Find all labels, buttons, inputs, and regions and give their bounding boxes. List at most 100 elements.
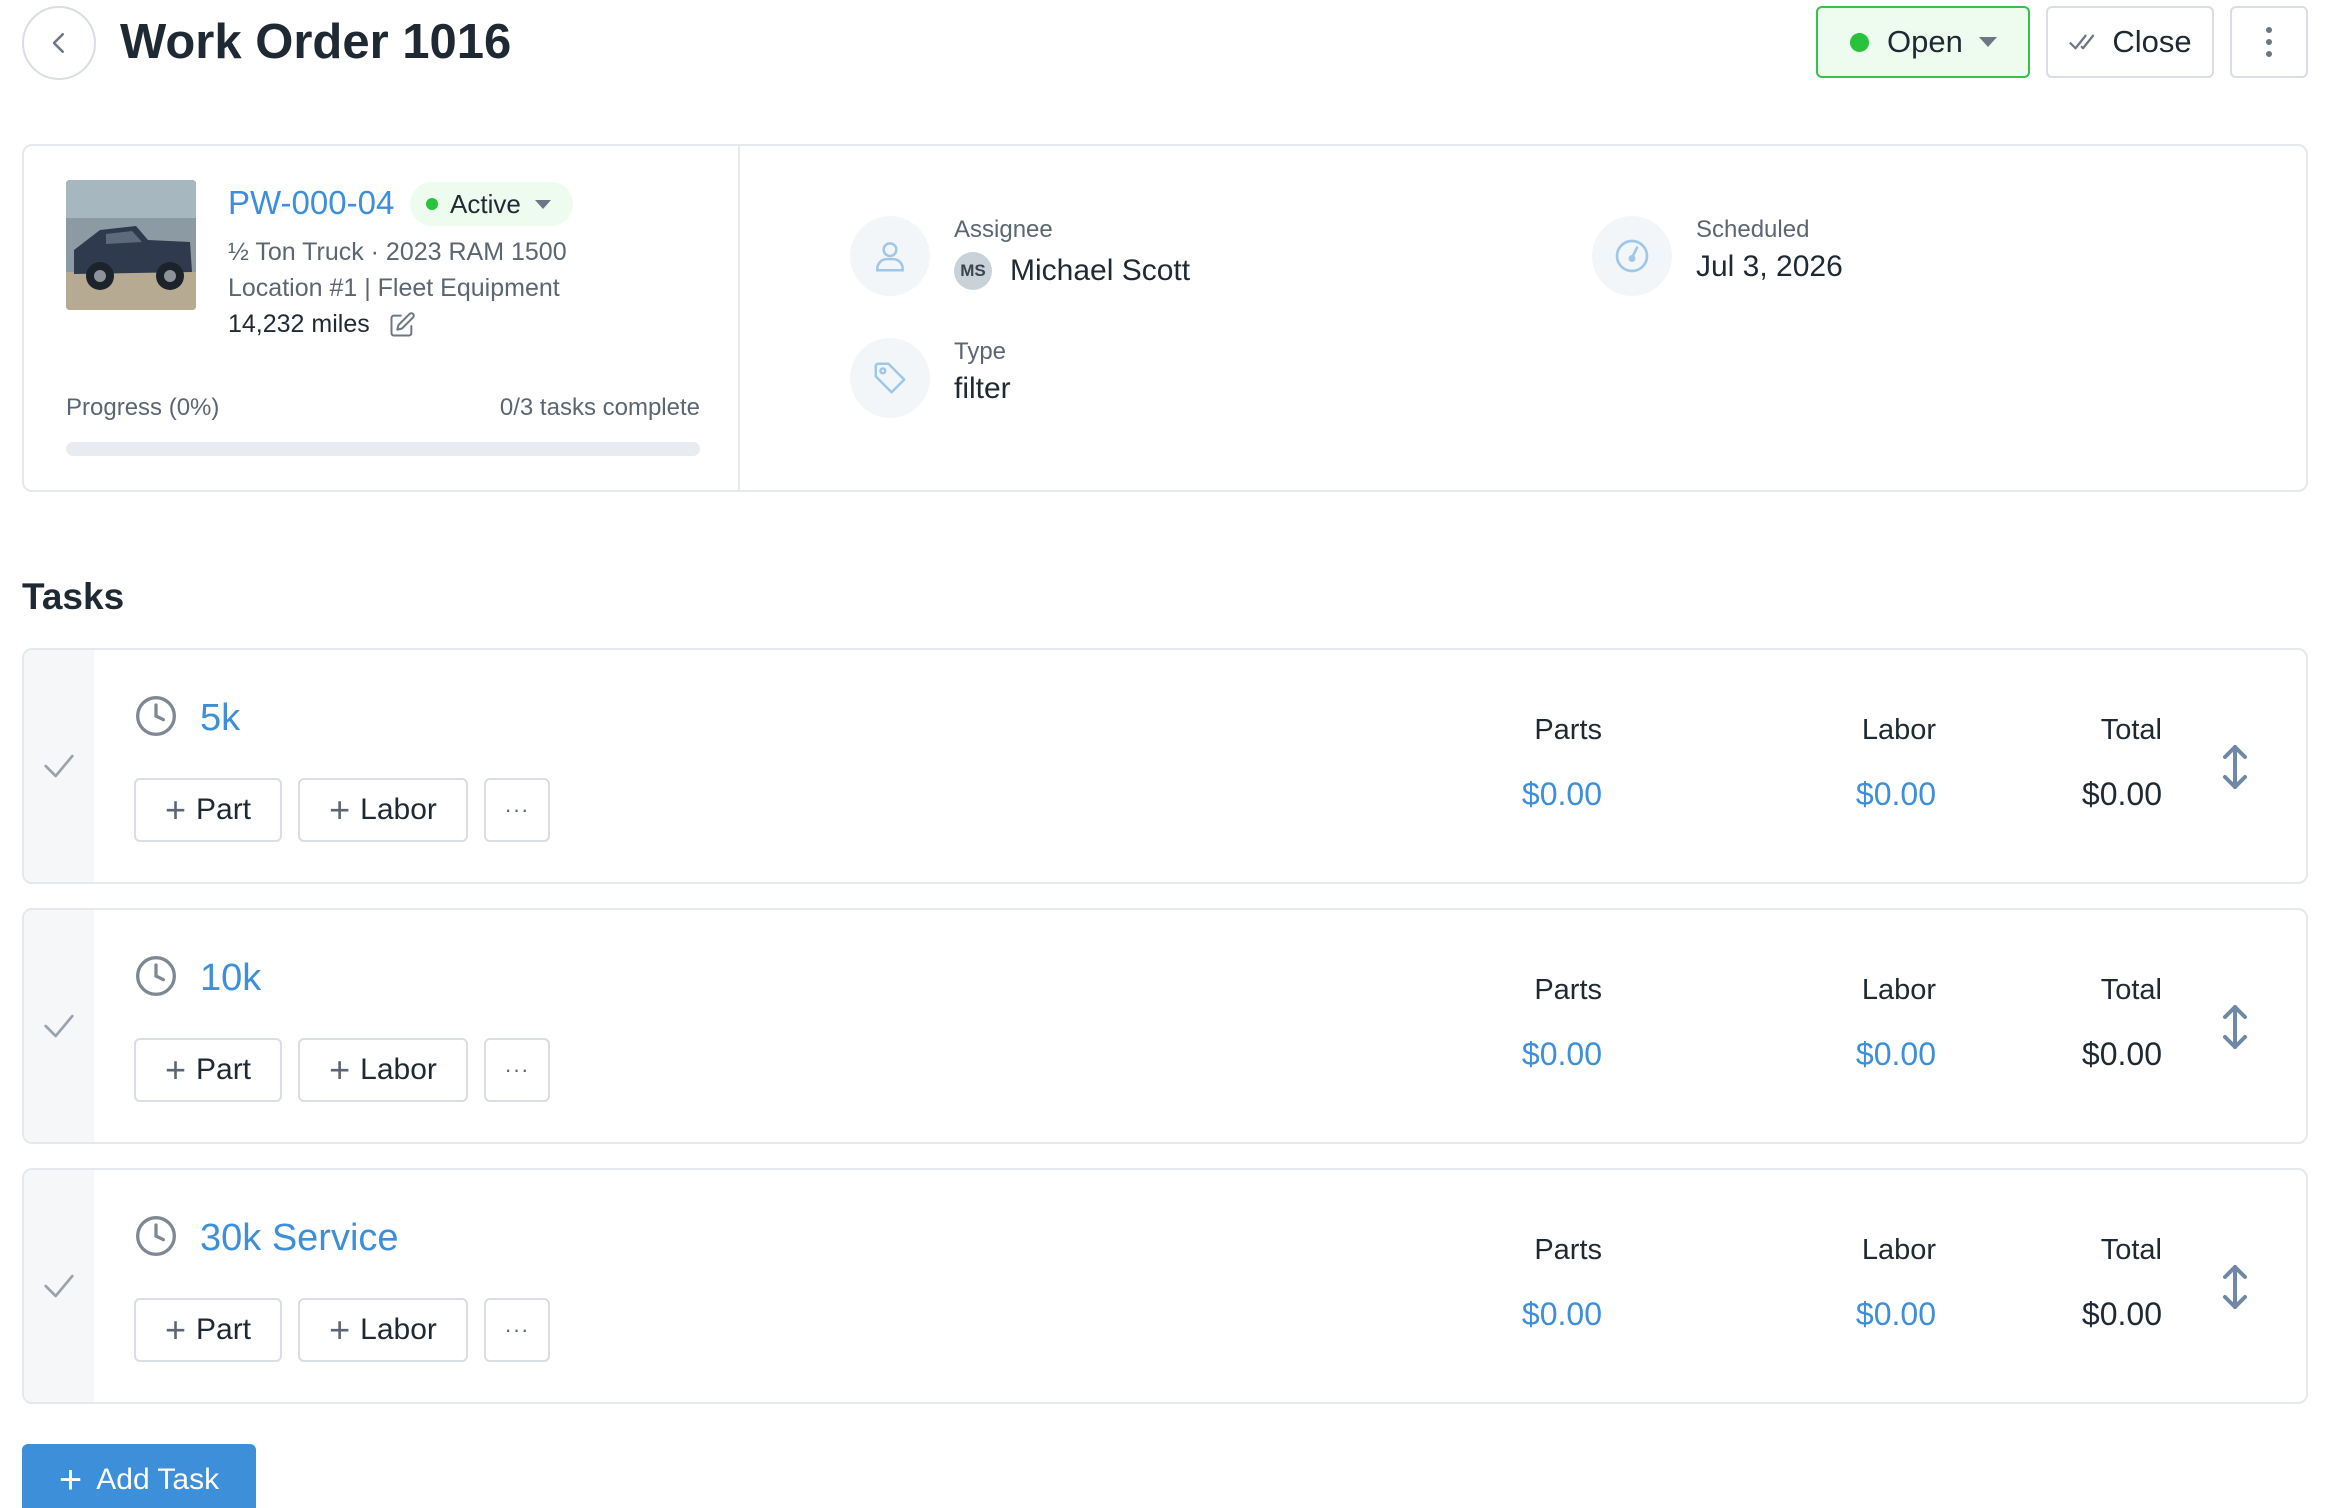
labor-header: Labor — [1861, 714, 1936, 746]
vehicle-description: ½ Ton Truck · 2023 RAM 1500 — [228, 238, 567, 266]
total-amount: $0.00 — [2081, 776, 2162, 812]
labor-header: Labor — [1861, 1234, 1936, 1266]
clock-icon — [136, 696, 176, 736]
scheduled-label: Scheduled — [1696, 216, 1810, 243]
check-icon — [44, 754, 74, 778]
task-more-button[interactable]: ··· — [484, 1298, 550, 1362]
chevron-left-icon — [52, 33, 64, 53]
horizontal-dots-icon: ··· — [504, 1317, 530, 1342]
person-icon — [876, 242, 904, 272]
plus-icon: + — [58, 1458, 83, 1502]
task-more-button[interactable]: ··· — [484, 1038, 550, 1102]
total-header: Total — [2100, 974, 2162, 1006]
add-labor-label: Labor — [360, 1053, 437, 1086]
task-name-link[interactable]: 10k — [200, 954, 261, 1002]
vehicle-status-dropdown[interactable]: Active — [410, 182, 573, 226]
add-part-button[interactable]: + Part — [134, 1298, 282, 1362]
reorder-handle-icon[interactable] — [2218, 1002, 2252, 1052]
add-labor-button[interactable]: + Labor — [298, 1298, 468, 1362]
add-part-label: Part — [196, 793, 252, 826]
scheduled-value[interactable]: Jul 3, 2026 — [1696, 250, 1843, 284]
add-part-label: Part — [196, 1313, 252, 1346]
mileage-value: 14,232 miles — [228, 310, 370, 338]
parts-header: Parts — [1534, 1234, 1602, 1266]
labor-amount-link[interactable]: $0.00 — [1736, 1296, 1936, 1333]
total-header: Total — [2100, 714, 2162, 746]
back-button[interactable] — [22, 6, 96, 80]
total-header: Total — [2100, 1234, 2162, 1266]
more-options-button[interactable] — [2230, 6, 2308, 78]
scheduled-icon-wrap — [1592, 216, 1672, 296]
task-complete-toggle[interactable] — [24, 650, 94, 882]
add-part-button[interactable]: + Part — [134, 778, 282, 842]
type-icon-wrap — [850, 338, 930, 418]
edit-icon[interactable] — [388, 311, 416, 339]
task-more-button[interactable]: ··· — [484, 778, 550, 842]
labor-amount-link[interactable]: $0.00 — [1736, 1036, 1936, 1073]
active-dot-icon — [426, 198, 438, 210]
reorder-handle-icon[interactable] — [2218, 742, 2252, 792]
add-labor-button[interactable]: + Labor — [298, 1038, 468, 1102]
truck-photo-icon — [66, 180, 196, 310]
caret-down-icon — [1978, 37, 1997, 47]
type-label: Type — [954, 338, 1007, 365]
close-button[interactable]: Close — [2046, 6, 2214, 78]
parts-amount-link[interactable]: $0.00 — [1402, 776, 1602, 813]
close-label: Close — [2112, 24, 2192, 59]
vehicle-id-link[interactable]: PW-000-04 — [228, 184, 394, 222]
work-order-page: Work Order 1016 Open Close PW-000-04 Act… — [0, 0, 2328, 1508]
vehicle-location: Location #1 | Fleet Equipment — [228, 274, 560, 302]
progress-bar — [66, 442, 700, 456]
work-order-info-card: PW-000-04 Active ½ Ton Truck · 2023 RAM … — [22, 144, 2308, 492]
assignee-label: Assignee — [954, 216, 1053, 243]
vehicle-mileage: 14,232 miles — [228, 310, 416, 339]
parts-header: Parts — [1534, 974, 1602, 1006]
total-amount: $0.00 — [2081, 1036, 2162, 1072]
plus-icon: + — [164, 789, 186, 830]
plus-icon: + — [164, 1309, 186, 1350]
clock-icon — [136, 1216, 176, 1256]
check-icon — [44, 1014, 74, 1038]
add-task-label: Add Task — [96, 1463, 220, 1496]
parts-amount-link[interactable]: $0.00 — [1402, 1296, 1602, 1333]
tag-icon — [874, 362, 906, 394]
status-label: Open — [1887, 24, 1963, 59]
status-dot-icon — [1850, 32, 1869, 52]
horizontal-dots-icon: ··· — [504, 797, 530, 822]
labor-header: Labor — [1861, 974, 1936, 1006]
plus-icon: + — [329, 1049, 351, 1090]
caret-down-icon — [534, 199, 551, 209]
assignee-icon-wrap — [850, 216, 930, 296]
plus-icon: + — [329, 789, 351, 830]
tasks-section-title: Tasks — [22, 576, 125, 617]
add-part-label: Part — [196, 1053, 252, 1086]
progress-count: 0/3 tasks complete — [499, 394, 700, 421]
add-labor-label: Labor — [360, 793, 437, 826]
add-labor-button[interactable]: + Labor — [298, 778, 468, 842]
task-card[interactable]: 10k + Part + Labor ··· Parts Labor Total… — [22, 908, 2308, 1144]
parts-amount-link[interactable]: $0.00 — [1402, 1036, 1602, 1073]
task-complete-toggle[interactable] — [24, 1170, 94, 1402]
add-part-button[interactable]: + Part — [134, 1038, 282, 1102]
task-card[interactable]: 5k + Part + Labor ··· Parts Labor Total … — [22, 648, 2308, 884]
vehicle-photo[interactable] — [66, 180, 196, 310]
task-card[interactable]: 30k Service + Part + Labor ··· Parts Lab… — [22, 1168, 2308, 1404]
vehicle-panel: PW-000-04 Active ½ Ton Truck · 2023 RAM … — [24, 146, 740, 490]
vehicle-status-label: Active — [450, 188, 521, 219]
task-name-link[interactable]: 5k — [200, 694, 240, 742]
check-icon — [44, 1274, 74, 1298]
plus-icon: + — [329, 1309, 351, 1350]
reorder-handle-icon[interactable] — [2218, 1262, 2252, 1312]
add-task-button[interactable]: + Add Task — [22, 1444, 256, 1508]
status-dropdown[interactable]: Open — [1816, 6, 2030, 78]
labor-amount-link[interactable]: $0.00 — [1736, 776, 1936, 813]
assignee-name: Michael Scott — [1010, 254, 1191, 287]
parts-header: Parts — [1534, 714, 1602, 746]
gauge-icon — [1615, 239, 1649, 273]
type-value[interactable]: filter — [954, 372, 1011, 406]
assignee-value[interactable]: MS Michael Scott — [954, 252, 1190, 290]
task-name-link[interactable]: 30k Service — [200, 1214, 399, 1262]
progress-label: Progress (0%) — [66, 394, 220, 421]
add-labor-label: Labor — [360, 1313, 437, 1346]
task-complete-toggle[interactable] — [24, 910, 94, 1142]
